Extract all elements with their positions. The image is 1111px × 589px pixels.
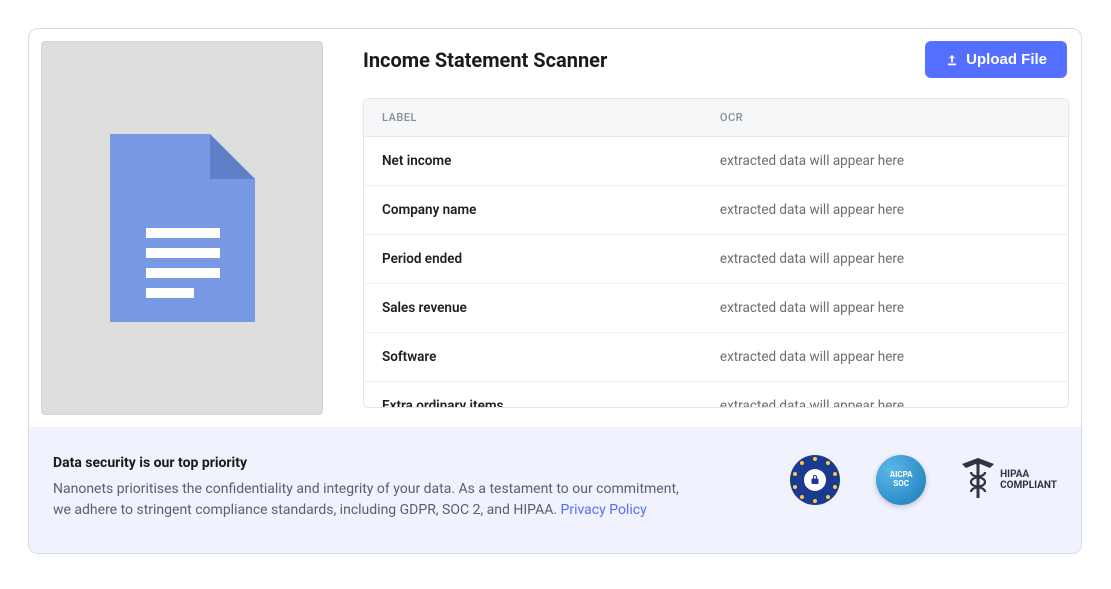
row-ocr: extracted data will appear here [702,382,1068,409]
compliance-badges: AICPA SOC HIPAA COMPLIANT [790,455,1057,505]
footer-desc: Nanonets prioritises the confidentiality… [53,479,693,521]
security-footer: Data security is our top priority Nanone… [29,427,1081,553]
row-ocr: extracted data will appear here [702,284,1068,333]
top-section: Income Statement Scanner Upload File LAB… [29,29,1081,427]
scanner-card: Income Statement Scanner Upload File LAB… [28,28,1082,554]
document-icon [110,134,255,322]
row-label: Extra ordinary items [364,382,702,409]
main-area: Income Statement Scanner Upload File LAB… [363,41,1069,415]
document-preview-area[interactable] [41,41,323,415]
extraction-table-wrapper[interactable]: LABEL OCR Net incomeextracted data will … [363,98,1069,408]
hipaa-badge: HIPAA COMPLIANT [962,458,1057,502]
table-row: Period endedextracted data will appear h… [364,235,1068,284]
row-label: Sales revenue [364,284,702,333]
upload-file-label: Upload File [966,51,1047,68]
privacy-policy-link[interactable]: Privacy Policy [561,502,647,518]
row-ocr: extracted data will appear here [702,186,1068,235]
row-label: Software [364,333,702,382]
row-ocr: extracted data will appear here [702,333,1068,382]
table-row: Sales revenueextracted data will appear … [364,284,1068,333]
table-row: Softwareextracted data will appear here [364,333,1068,382]
hipaa-line1: HIPAA [1000,469,1057,480]
soc-line2: SOC [893,480,909,489]
soc-badge: AICPA SOC [876,455,926,505]
footer-text: Data security is our top priority Nanone… [53,455,693,521]
footer-title: Data security is our top priority [53,455,693,471]
col-header-label: LABEL [364,99,702,137]
table-row: Company nameextracted data will appear h… [364,186,1068,235]
page-title: Income Statement Scanner [363,48,607,72]
upload-icon [945,53,959,67]
table-row: Extra ordinary itemsextracted data will … [364,382,1068,409]
row-label: Company name [364,186,702,235]
upload-file-button[interactable]: Upload File [925,41,1067,78]
lock-icon [809,474,821,486]
gdpr-badge [790,455,840,505]
header-row: Income Statement Scanner Upload File [363,41,1069,78]
extraction-table: LABEL OCR Net incomeextracted data will … [364,99,1068,408]
table-row: Net incomeextracted data will appear her… [364,137,1068,186]
caduceus-icon [962,458,994,502]
col-header-ocr: OCR [702,99,1068,137]
row-label: Net income [364,137,702,186]
row-label: Period ended [364,235,702,284]
hipaa-line2: COMPLIANT [1000,480,1057,491]
row-ocr: extracted data will appear here [702,137,1068,186]
row-ocr: extracted data will appear here [702,235,1068,284]
